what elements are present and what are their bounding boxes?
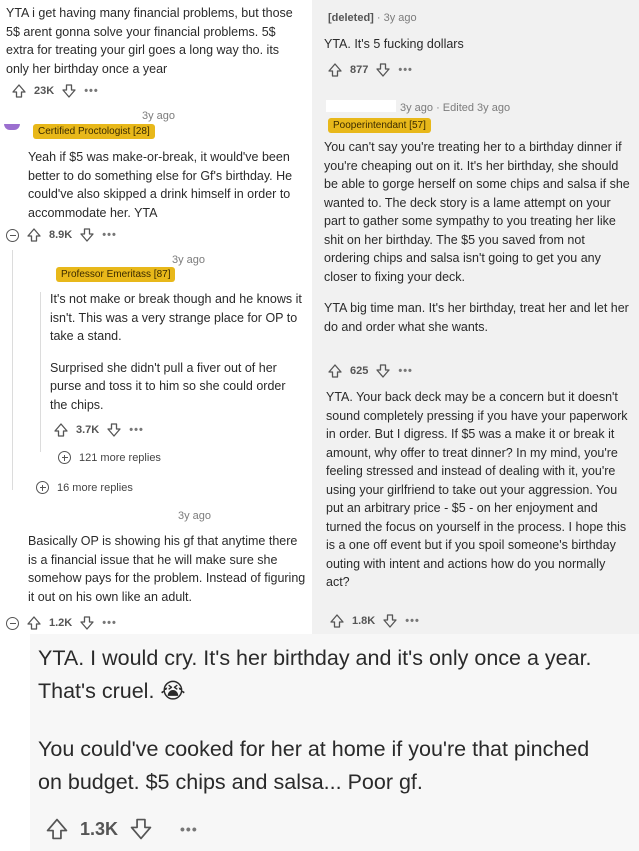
upvote-icon[interactable] bbox=[12, 84, 26, 98]
vote-bar: 625 ••• bbox=[328, 364, 413, 378]
comment-top-left: YTA i get having many financial problems… bbox=[0, 0, 310, 104]
comment-age: 3y ago bbox=[172, 254, 206, 266]
more-options-icon[interactable]: ••• bbox=[102, 617, 117, 629]
vote-bar: 3.7K ••• bbox=[54, 423, 144, 437]
comment-big: YTA. I would cry. It's her birthday and … bbox=[30, 634, 639, 851]
vote-count: 8.9K bbox=[49, 229, 73, 241]
more-replies-label: 121 more replies bbox=[79, 451, 161, 464]
downvote-icon[interactable] bbox=[130, 818, 152, 840]
comment-backdeck: YTA. Your back deck may be a concern but… bbox=[312, 386, 639, 634]
upvote-icon[interactable] bbox=[54, 423, 68, 437]
upvote-icon[interactable] bbox=[328, 364, 342, 378]
collapse-icon[interactable] bbox=[6, 228, 19, 242]
more-options-icon[interactable]: ••• bbox=[102, 229, 117, 241]
comment-body: Yeah if $5 was make-or-break, it would'v… bbox=[28, 150, 293, 220]
vote-bar: 1.3K ••• bbox=[46, 818, 198, 840]
comment-age: 3y ago · Edited 3y ago bbox=[400, 102, 511, 114]
vote-bar: 8.9K ••• bbox=[6, 228, 117, 242]
comment-paragraph: YTA. I would cry. It's her birthday and … bbox=[38, 646, 592, 703]
comment-body: Basically OP is showing his gf that anyt… bbox=[28, 534, 306, 604]
comment-deleted: [deleted] · 3y ago YTA. It's 5 fucking d… bbox=[312, 0, 639, 90]
comment-paragraph: Surprised she didn't pull a fiver out of… bbox=[50, 360, 286, 412]
vote-count: 877 bbox=[350, 64, 369, 76]
user-flair: Certified Proctologist [28] bbox=[33, 124, 155, 139]
expand-icon bbox=[36, 481, 49, 494]
more-options-icon[interactable]: ••• bbox=[84, 85, 99, 97]
comment-basically: 3y ago Basically OP is showing his gf th… bbox=[0, 506, 310, 634]
more-options-icon[interactable]: ••• bbox=[129, 424, 144, 436]
vote-count: 625 bbox=[350, 365, 369, 377]
upvote-icon[interactable] bbox=[27, 228, 41, 242]
comment-emeritass: 3y ago Professor Emeritass [87] It's not… bbox=[0, 252, 310, 472]
more-replies-16[interactable]: 16 more replies bbox=[36, 481, 133, 494]
downvote-icon[interactable] bbox=[62, 84, 76, 98]
more-replies-label: 16 more replies bbox=[57, 481, 133, 494]
user-flair: Professor Emeritass [87] bbox=[56, 267, 176, 282]
comment-body: You can't say you're treating her to a b… bbox=[324, 138, 634, 336]
downvote-icon[interactable] bbox=[376, 63, 391, 77]
user-flair: Pooperintendant [57] bbox=[328, 118, 431, 133]
vote-count: 23K bbox=[34, 85, 55, 97]
vote-bar: 1.2K ••• bbox=[6, 616, 117, 630]
vote-count: 3.7K bbox=[76, 424, 100, 436]
comment-proctologist: 3y ago Certified Proctologist [28] Yeah … bbox=[0, 108, 310, 250]
upvote-icon[interactable] bbox=[27, 616, 41, 630]
more-options-icon[interactable]: ••• bbox=[180, 821, 198, 837]
comment-paragraph: You could've cooked for her at home if y… bbox=[38, 737, 590, 794]
more-options-icon[interactable]: ••• bbox=[398, 365, 413, 377]
downvote-icon[interactable] bbox=[80, 616, 94, 630]
upvote-icon[interactable] bbox=[46, 818, 68, 840]
comment-paragraph: YTA big time man. It's her birthday, tre… bbox=[324, 301, 629, 334]
comment-age: · 3y ago bbox=[376, 12, 417, 24]
comment-paragraph: It's not make or break though and he kno… bbox=[50, 292, 302, 343]
upvote-icon[interactable] bbox=[330, 614, 344, 628]
collapse-icon[interactable] bbox=[6, 616, 19, 630]
vote-count: 1.2K bbox=[49, 617, 73, 629]
downvote-icon[interactable] bbox=[376, 364, 391, 378]
comment-body: YTA i get having many financial problems… bbox=[6, 6, 293, 76]
author-name: [deleted] bbox=[328, 12, 374, 24]
vote-bar: 1.8K ••• bbox=[330, 614, 420, 628]
comment-age: 3y ago bbox=[178, 510, 212, 522]
downvote-icon[interactable] bbox=[80, 228, 94, 242]
comment-age: 3y ago bbox=[142, 110, 176, 122]
avatar bbox=[4, 124, 20, 130]
comment-author: [deleted] · 3y ago bbox=[328, 12, 417, 24]
more-options-icon[interactable]: ••• bbox=[405, 615, 420, 627]
comment-body: It's not make or break though and he kno… bbox=[50, 290, 302, 414]
upvote-icon[interactable] bbox=[328, 63, 342, 77]
comment-pooper: 3y ago · Edited 3y ago Pooperintendant [… bbox=[312, 96, 639, 386]
vote-bar: 23K ••• bbox=[12, 84, 99, 98]
expand-icon bbox=[58, 451, 71, 464]
comment-paragraph: You can't say you're treating her to a b… bbox=[324, 140, 630, 284]
downvote-icon[interactable] bbox=[107, 423, 121, 437]
more-replies-121[interactable]: 121 more replies bbox=[58, 451, 161, 464]
vote-bar: 877 ••• bbox=[328, 63, 413, 77]
vote-count: 1.8K bbox=[352, 615, 376, 627]
downvote-icon[interactable] bbox=[383, 614, 397, 628]
comment-body: YTA. Your back deck may be a concern but… bbox=[326, 390, 628, 589]
comment-body: YTA. I would cry. It's her birthday and … bbox=[38, 642, 598, 799]
more-options-icon[interactable]: ••• bbox=[398, 64, 413, 76]
comment-body: YTA. It's 5 fucking dollars bbox=[324, 37, 464, 51]
vote-count: 1.3K bbox=[80, 818, 119, 839]
